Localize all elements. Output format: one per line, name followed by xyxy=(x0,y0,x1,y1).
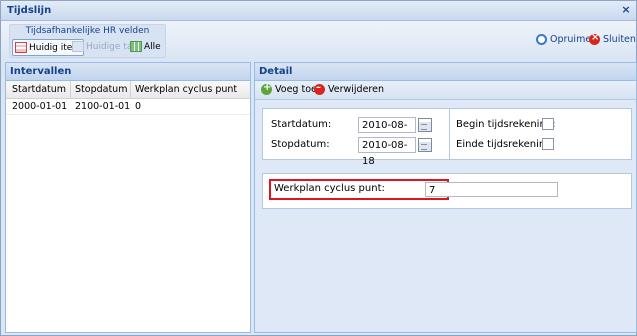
cell-stop: 2100-01-01 xyxy=(75,101,131,112)
window-title: Tijdslijn xyxy=(7,5,52,16)
begin-calc-checkbox[interactable] xyxy=(542,118,554,130)
column-header-start[interactable]: Startdatum xyxy=(12,84,66,95)
add-button[interactable]: Voeg toe xyxy=(261,82,317,95)
refresh-icon xyxy=(536,34,547,45)
column-header-cycle[interactable]: Werkplan cyclus punt xyxy=(135,84,237,95)
grid-icon xyxy=(130,41,142,52)
begin-calc-label: Begin tijdsrekening: xyxy=(456,119,556,130)
cycle-input[interactable]: 7 xyxy=(425,182,558,197)
table-row[interactable]: 2000-01-01 2100-01-01 0 xyxy=(6,98,250,115)
add-icon xyxy=(261,82,272,95)
intervals-panel: Intervallen Startdatum Stopdatum Werkpla… xyxy=(5,62,251,333)
start-date-label: Startdatum: xyxy=(271,119,332,130)
cycle-fieldset: Werkplan cyclus punt: 7 xyxy=(262,173,632,209)
delete-button[interactable]: Verwijderen xyxy=(314,82,384,95)
start-date-field[interactable]: 2010-08-18 xyxy=(358,117,416,147)
column-header-stop[interactable]: Stopdatum xyxy=(75,84,127,95)
detail-toolbar: Voeg toe Verwijderen xyxy=(255,81,636,100)
intervals-title: Intervallen xyxy=(6,63,250,81)
cell-cycle: 0 xyxy=(135,101,142,112)
cycle-label: Werkplan cyclus punt: xyxy=(274,183,385,194)
timeline-window: Tijdslijn × Tijdsafhankelijke HR velden … xyxy=(0,0,637,336)
close-icon[interactable]: × xyxy=(620,4,632,16)
grid-icon xyxy=(72,41,84,52)
detail-title: Detail xyxy=(255,63,636,81)
end-calc-checkbox[interactable] xyxy=(542,138,554,150)
stop-date-field[interactable]: 2010-08-18 xyxy=(358,137,416,167)
date-fieldset: Startdatum: 2010-08-18 Stopdatum: 2010-0… xyxy=(262,108,450,167)
current-tab-button[interactable]: Huidige tab xyxy=(72,39,138,54)
close-button[interactable]: Sluiten xyxy=(589,32,636,45)
window-titlebar[interactable]: Tijdslijn × xyxy=(1,1,636,21)
calc-fieldset: Begin tijdsrekening: Einde tijdsrekening… xyxy=(449,108,632,160)
close-icon xyxy=(589,32,600,45)
detail-panel: Detail Voeg toe Verwijderen Startdatum: … xyxy=(254,62,637,333)
grid-header: Startdatum Stopdatum Werkplan cyclus pun… xyxy=(6,81,250,99)
all-button[interactable]: Alle xyxy=(130,39,161,54)
end-calc-label: Einde tijdsrekening: xyxy=(456,139,555,150)
delete-icon xyxy=(314,82,325,95)
cell-start: 2000-01-01 xyxy=(12,101,68,112)
hr-fields-group: Tijdsafhankelijke HR velden Huidig item … xyxy=(9,24,166,58)
group-title: Tijdsafhankelijke HR velden xyxy=(25,26,150,36)
all-label: Alle xyxy=(144,41,161,52)
grid-icon xyxy=(15,42,27,53)
stop-date-label: Stopdatum: xyxy=(271,139,330,150)
delete-label: Verwijderen xyxy=(328,84,384,95)
calendar-icon[interactable] xyxy=(418,118,432,132)
add-label: Voeg toe xyxy=(275,84,317,95)
close-label: Sluiten xyxy=(603,34,636,45)
calendar-icon[interactable] xyxy=(418,138,432,152)
toolbar: Tijdsafhankelijke HR velden Huidig item … xyxy=(1,21,636,58)
